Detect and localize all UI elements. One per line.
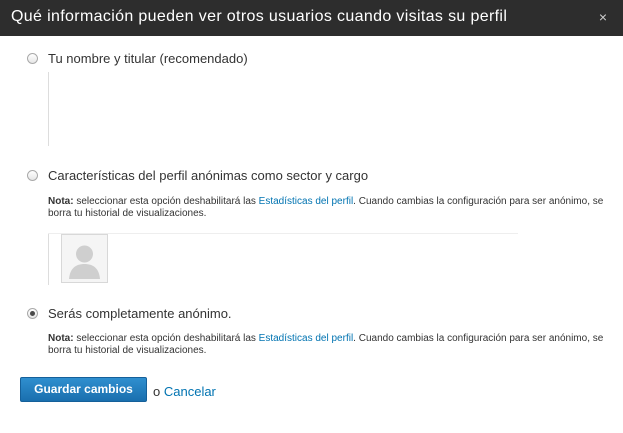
option-label-name-headline[interactable]: Tu nombre y titular (recomendado) bbox=[48, 51, 248, 66]
anonymous-avatar-icon bbox=[61, 234, 108, 283]
option-note-characteristics: Nota: seleccionar esta opción deshabilit… bbox=[48, 196, 608, 220]
preview-divider bbox=[48, 72, 49, 146]
dialog-header: Qué información pueden ver otros usuario… bbox=[0, 0, 623, 36]
profile-stats-link[interactable]: Estadísticas del perfil bbox=[259, 196, 354, 207]
option-label-anonymous-characteristics[interactable]: Características del perfil anónimas como… bbox=[48, 168, 368, 183]
note-text-before: seleccionar esta opción deshabilitará la… bbox=[73, 333, 259, 344]
option-note-fully-anonymous: Nota: seleccionar esta opción deshabilit… bbox=[48, 333, 608, 357]
preview-divider bbox=[48, 233, 49, 285]
option-label-fully-anonymous[interactable]: Serás completamente anónimo. bbox=[48, 306, 232, 321]
note-text-before: seleccionar esta opción deshabilitará la… bbox=[73, 196, 259, 207]
save-changes-button[interactable]: Guardar cambios bbox=[20, 377, 147, 402]
close-icon[interactable]: × bbox=[596, 10, 610, 24]
cancel-link[interactable]: Cancelar bbox=[164, 384, 216, 399]
cancel-group: o Cancelar bbox=[153, 384, 216, 399]
note-bold: Nota: bbox=[48, 333, 74, 344]
radio-name-headline[interactable] bbox=[27, 53, 38, 64]
radio-anonymous-characteristics[interactable] bbox=[27, 170, 38, 181]
cancel-separator: o bbox=[153, 384, 161, 399]
preview-top-rule bbox=[48, 233, 518, 234]
note-bold: Nota: bbox=[48, 196, 74, 207]
dialog-title: Qué información pueden ver otros usuario… bbox=[11, 8, 508, 25]
profile-stats-link[interactable]: Estadísticas del perfil bbox=[259, 333, 354, 344]
radio-fully-anonymous[interactable] bbox=[27, 308, 38, 319]
